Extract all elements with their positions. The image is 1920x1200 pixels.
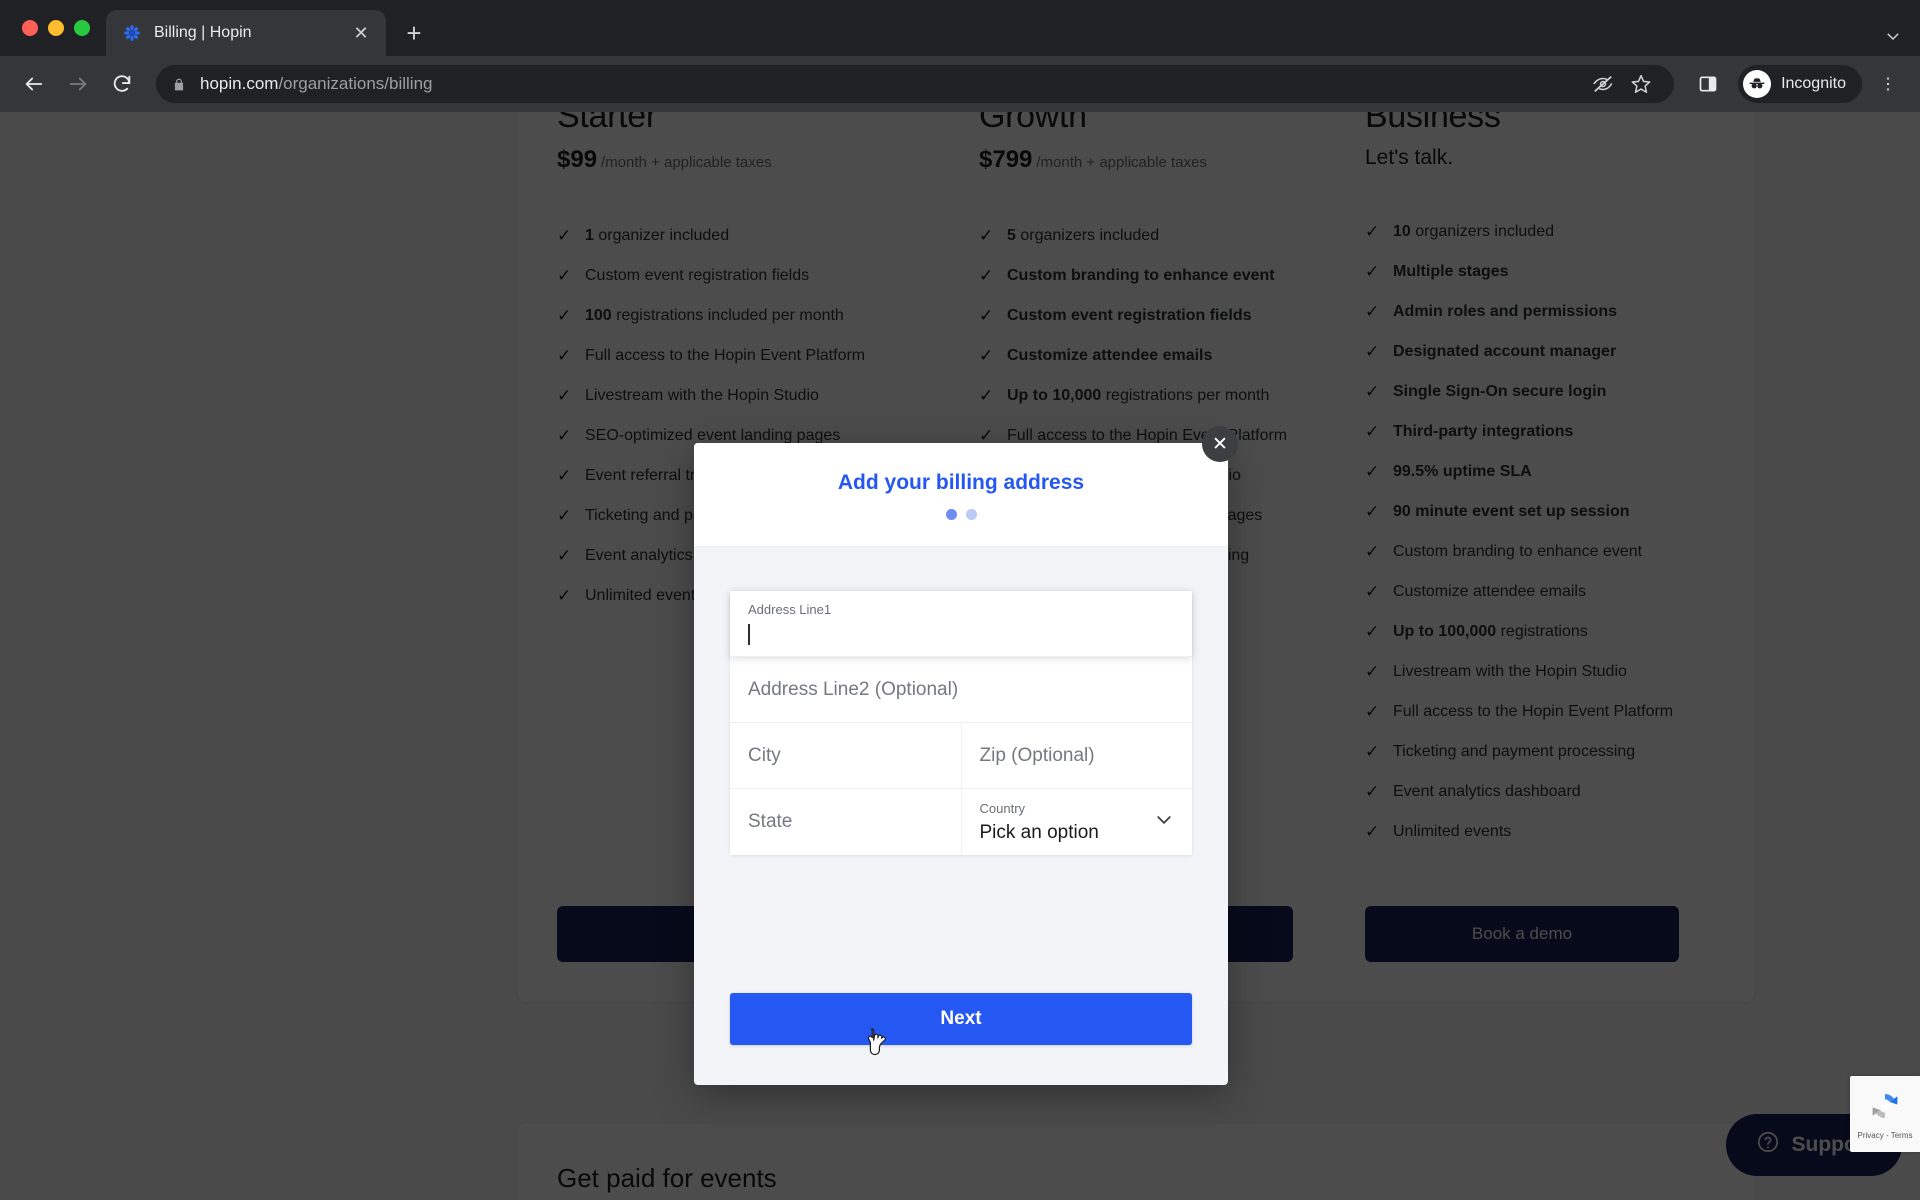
text-caret: [748, 623, 750, 645]
address-line1-label: Address Line1: [748, 601, 832, 617]
star-icon[interactable]: [1624, 67, 1658, 101]
state-field[interactable]: State: [730, 789, 961, 855]
address1-row: Address Line1: [730, 591, 1192, 657]
maximize-window-button[interactable]: [74, 20, 90, 36]
side-panel-icon[interactable]: [1688, 64, 1728, 104]
step-dot-1[interactable]: [945, 509, 957, 520]
billing-address-form: Address Line1 Address Line2 (Optional) C…: [730, 591, 1192, 855]
step-dot-2[interactable]: [965, 509, 977, 520]
state-country-row: State Country Pick an option: [730, 789, 1192, 855]
incognito-icon: [1743, 70, 1772, 98]
url-host: hopin.com: [200, 74, 279, 93]
hopin-logo-icon: [122, 23, 142, 43]
tab-strip: Billing | Hopin ✕ +: [0, 0, 1920, 56]
page-viewport: Starter $99/month + applicable taxes ✓ 1 or…: [0, 112, 1920, 1200]
close-window-button[interactable]: [22, 20, 38, 36]
address-line2-placeholder: Address Line2 (Optional): [748, 678, 959, 700]
city-placeholder: City: [748, 744, 781, 766]
country-value: Pick an option: [979, 821, 1099, 843]
city-field[interactable]: City: [730, 723, 961, 789]
new-tab-button[interactable]: +: [394, 13, 434, 53]
browser-window: Billing | Hopin ✕ + hopin.com/organizati…: [0, 0, 1920, 1200]
omnibox-actions: [1586, 67, 1658, 101]
lock-icon: [172, 77, 188, 92]
tab-search-chevron-icon[interactable]: [1884, 27, 1920, 56]
state-placeholder: State: [748, 811, 793, 833]
modal-body: Address Line1 Address Line2 (Optional) C…: [694, 547, 1228, 993]
browser-tab[interactable]: Billing | Hopin ✕: [106, 10, 386, 56]
tab-close-icon[interactable]: ✕: [348, 20, 374, 46]
url-text: hopin.com/organizations/billing: [200, 74, 432, 94]
profile-label: Incognito: [1781, 75, 1846, 92]
url-path: /organizations/billing: [278, 74, 433, 93]
reload-button[interactable]: [102, 64, 142, 104]
minimize-window-button[interactable]: [48, 20, 64, 36]
zip-field[interactable]: Zip (Optional): [960, 723, 1192, 789]
address2-row: Address Line2 (Optional): [730, 657, 1192, 723]
country-label: Country: [979, 800, 1026, 816]
browser-toolbar: hopin.com/organizations/billing Incognit…: [0, 56, 1920, 112]
forward-button[interactable]: [58, 64, 98, 104]
eye-off-icon[interactable]: [1586, 67, 1620, 101]
modal-title: Add your billing address: [837, 471, 1085, 494]
tab-title: Billing | Hopin: [154, 24, 252, 41]
city-zip-row: City Zip (Optional): [730, 723, 1192, 789]
step-indicator: [694, 509, 1228, 520]
address-bar[interactable]: hopin.com/organizations/billing: [156, 65, 1675, 103]
chevron-down-icon[interactable]: [1154, 810, 1174, 835]
billing-address-modal: Add your billing address Address Line1 A…: [694, 443, 1228, 1085]
modal-footer: Next: [694, 993, 1228, 1085]
country-select[interactable]: Country Pick an option: [960, 789, 1192, 855]
address-line1-field[interactable]: Address Line1: [730, 591, 1192, 657]
next-button[interactable]: Next: [730, 993, 1192, 1045]
window-traffic-lights: [14, 0, 106, 56]
modal-layer: ✕ Add your billing address Address Line1: [0, 112, 1920, 1200]
zip-placeholder: Zip (Optional): [979, 744, 1095, 766]
browser-menu-icon[interactable]: ⋮: [1870, 66, 1906, 102]
profile-chip[interactable]: Incognito: [1738, 65, 1862, 103]
close-icon[interactable]: ✕: [1202, 426, 1238, 462]
modal-header: Add your billing address: [694, 443, 1228, 547]
address-line2-field[interactable]: Address Line2 (Optional): [730, 657, 1192, 723]
address-line1-value: [748, 623, 1174, 645]
back-button[interactable]: [14, 64, 54, 104]
